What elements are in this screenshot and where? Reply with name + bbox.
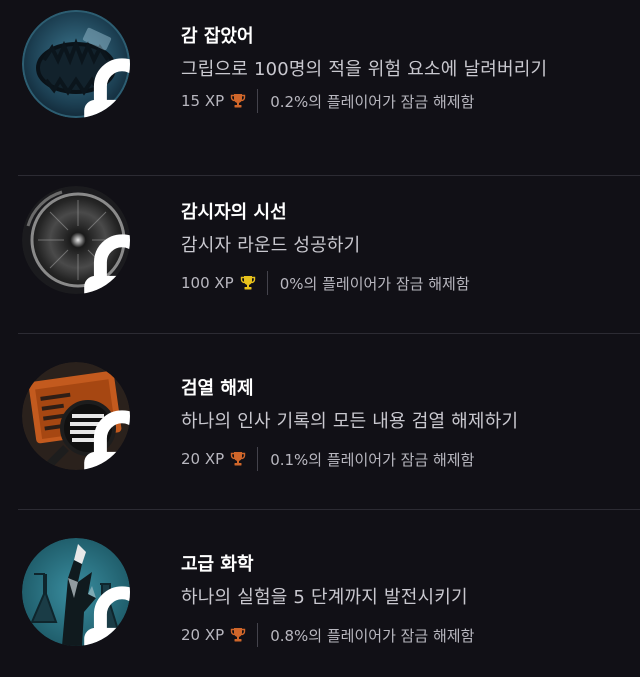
meta-divider: [257, 447, 259, 471]
achievement-description: 감시자 라운드 성공하기: [181, 235, 361, 256]
achievement-row[interactable]: 고급 화학 하나의 실험을 5 단계까지 발전시키기 20 XP 0.8%의 플…: [0, 510, 640, 677]
lock-icon: [84, 58, 130, 118]
xp-value: 100 XP: [181, 274, 234, 292]
bear-trap-badge-icon: [22, 10, 130, 118]
chemistry-badge-icon: [22, 538, 130, 646]
meta-divider: [257, 89, 259, 113]
unlock-rate: 0%의 플레이어가 잠금 해제함: [279, 274, 470, 293]
meta-divider: [266, 271, 268, 295]
redacted-file-badge-icon: [22, 362, 130, 470]
unlock-rate: 0.8%의 플레이어가 잠금 해제함: [270, 626, 475, 645]
achievement-meta: 20 XP 0.8%의 플레이어가 잠금 해제함: [181, 622, 474, 648]
achievement-meta: 100 XP 0%의 플레이어가 잠금 해제함: [181, 270, 470, 296]
achievement-row[interactable]: 감시자의 시선 감시자 라운드 성공하기 100 XP 0%의 플레이어가 잠금…: [0, 158, 640, 334]
achievement-description: 하나의 인사 기록의 모든 내용 검열 해제하기: [181, 411, 519, 432]
unlock-rate: 0.2%의 플레이어가 잠금 해제함: [270, 92, 475, 111]
achievement-meta: 20 XP 0.1%의 플레이어가 잠금 해제함: [181, 446, 474, 472]
bronze-trophy-icon: [230, 94, 246, 108]
bronze-trophy-icon: [230, 628, 246, 642]
xp-value: 15 XP: [181, 92, 225, 110]
lock-icon: [84, 586, 130, 646]
lock-icon: [84, 234, 130, 294]
xp-value: 20 XP: [181, 626, 225, 644]
xp-value: 20 XP: [181, 450, 225, 468]
gold-trophy-icon: [240, 276, 255, 290]
eye-badge-icon: [22, 186, 130, 294]
achievement-meta: 15 XP 0.2%의 플레이어가 잠금 해제함: [181, 88, 474, 114]
achievement-title: 감시자의 시선: [181, 202, 287, 223]
achievement-description: 하나의 실험을 5 단계까지 발전시키기: [181, 587, 468, 608]
achievement-title: 검열 해제: [181, 378, 254, 399]
achievement-row[interactable]: 검열 해제 하나의 인사 기록의 모든 내용 검열 해제하기 20 XP 0.1…: [0, 334, 640, 510]
bronze-trophy-icon: [230, 452, 246, 466]
lock-icon: [84, 410, 130, 470]
achievement-row[interactable]: 감 잡았어 그립으로 100명의 적을 위험 요소에 날려버리기 15 XP 0…: [0, 0, 640, 176]
achievement-title: 고급 화학: [181, 554, 254, 575]
meta-divider: [257, 623, 259, 647]
achievement-title: 감 잡았어: [181, 26, 254, 47]
achievement-list: 감 잡았어 그립으로 100명의 적을 위험 요소에 날려버리기 15 XP 0…: [0, 0, 640, 677]
achievement-description: 그립으로 100명의 적을 위험 요소에 날려버리기: [181, 59, 548, 80]
unlock-rate: 0.1%의 플레이어가 잠금 해제함: [270, 450, 475, 469]
